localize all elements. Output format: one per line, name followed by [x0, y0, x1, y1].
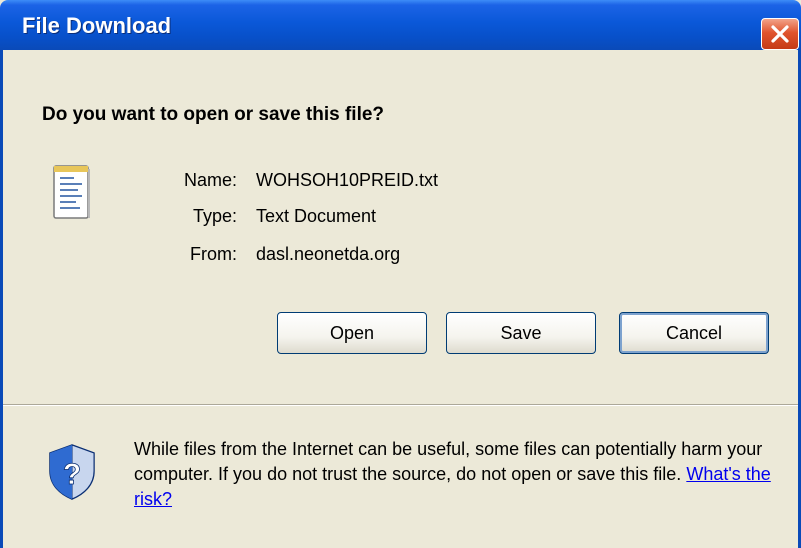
save-button[interactable]: Save: [446, 312, 596, 354]
svg-text:?: ?: [63, 458, 81, 491]
security-shield-icon: ?: [49, 444, 95, 500]
name-label: Name:: [183, 170, 237, 190]
type-value: Text Document: [256, 206, 377, 226]
type-label: Type:: [192, 206, 237, 226]
from-value: dasl.neonetda.org: [256, 244, 401, 264]
name-value: WOHSOH10PREID.txt: [256, 170, 439, 190]
warning-text: While files from the Internet can be use…: [134, 439, 763, 484]
from-label: From:: [190, 244, 237, 264]
file-download-dialog: File Download Do you want to open or sav…: [0, 0, 801, 548]
title-bar[interactable]: File Download: [0, 0, 801, 50]
window-border-left: [0, 50, 3, 548]
open-button[interactable]: Open: [277, 312, 427, 354]
window-title: File Download: [22, 13, 172, 38]
security-warning: While files from the Internet can be use…: [134, 437, 784, 512]
text-file-icon: [53, 165, 90, 219]
close-button[interactable]: [761, 18, 799, 50]
dialog-question: Do you want to open or save this file?: [42, 104, 385, 125]
divider: [3, 404, 798, 406]
close-icon: [771, 25, 789, 43]
cancel-button[interactable]: Cancel: [619, 312, 769, 354]
